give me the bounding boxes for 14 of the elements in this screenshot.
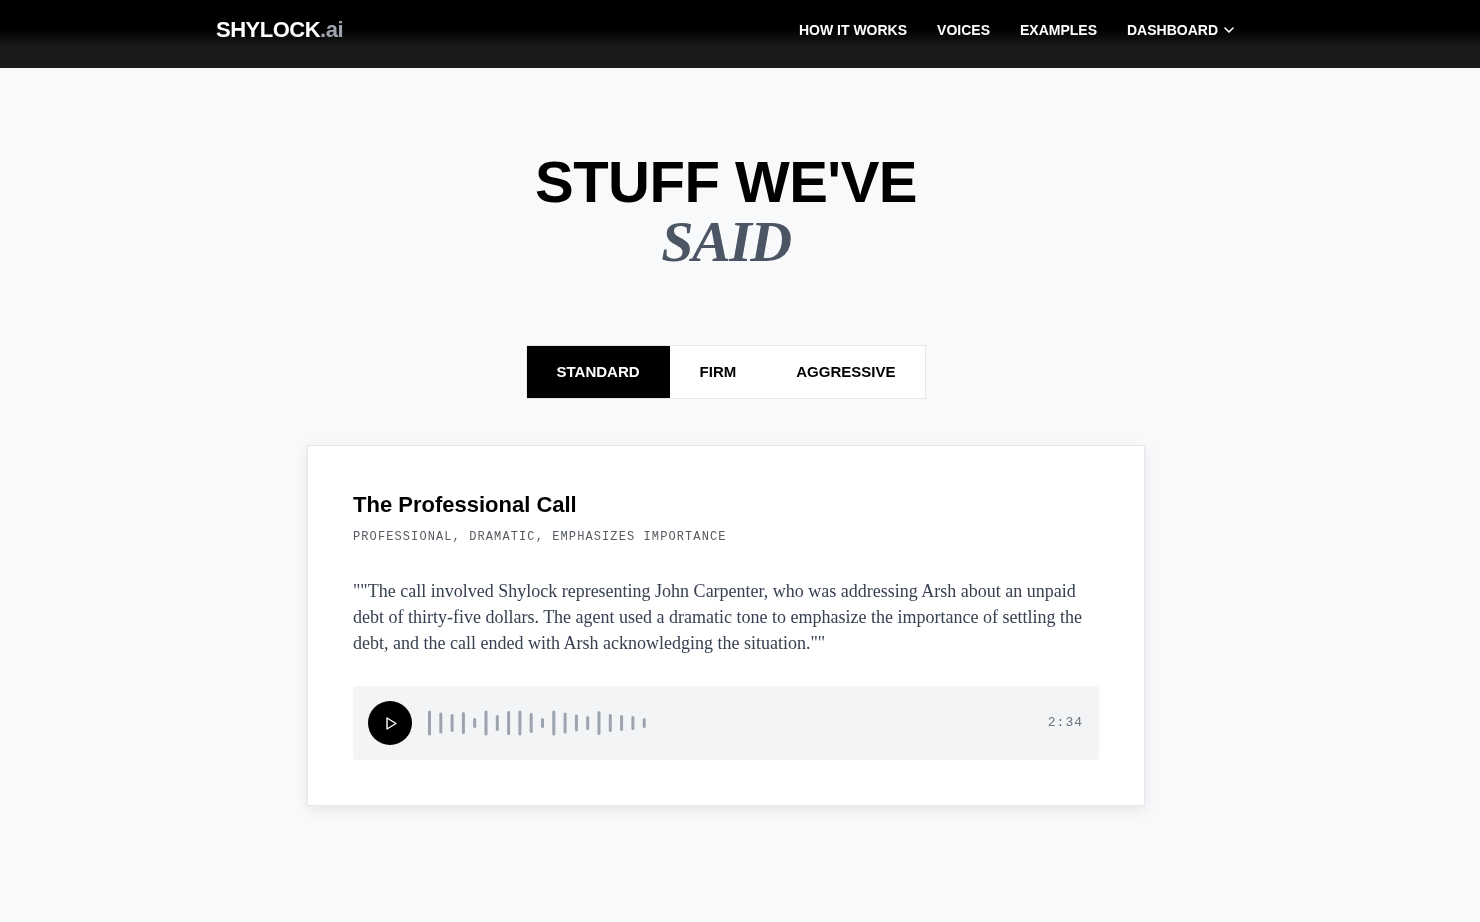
card-tags: PROFESSIONAL, DRAMATIC, EMPHASIZES IMPORTANCE: [353, 529, 1099, 545]
play-button[interactable]: [368, 701, 412, 745]
logo[interactable]: SHYLOCK.ai: [216, 19, 344, 41]
card-title: The Professional Call: [353, 491, 578, 519]
tab[interactable]: STANDARD: [526, 346, 670, 398]
play-icon: [385, 716, 397, 730]
page-title-accent: SAID: [661, 212, 791, 272]
nav-link[interactable]: HOW IT WORKS: [798, 19, 908, 41]
audio-duration: 2:34: [1047, 714, 1083, 733]
nav-link[interactable]: EXAMPLES: [1020, 19, 1097, 41]
nav-link[interactable]: DASHBOARD: [1127, 19, 1234, 41]
call-summary: ""The call involved Shylock representing John Carpenter, who was addressing Arsh about an unpaid debt of thirty-five dollars. The agent used a dramatic tone to emphasize the importance of settling the debt, and the call ended with Arsh acknowledging the situation."": [353, 580, 1083, 655]
page-title: STUFF WE'VE: [534, 152, 918, 212]
nav-link[interactable]: VOICES: [937, 19, 990, 41]
